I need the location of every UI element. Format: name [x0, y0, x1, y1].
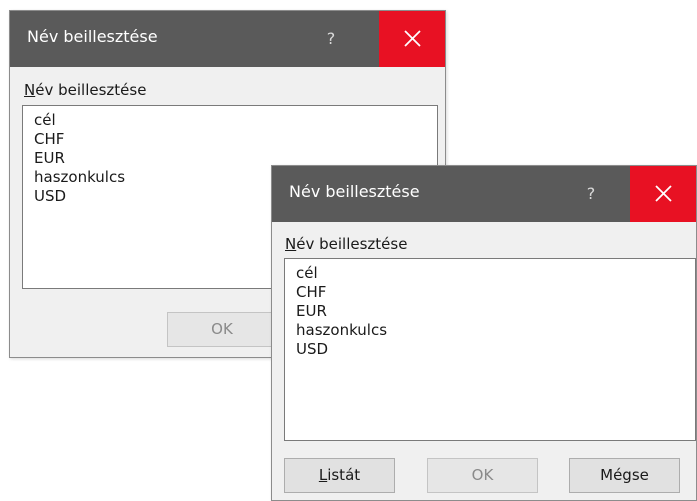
list-item[interactable]: EUR	[296, 302, 695, 321]
list-item[interactable]: cél	[296, 264, 695, 283]
paste-list-label: istát	[327, 466, 361, 484]
paste-list-accesskey: L	[318, 466, 328, 484]
cancel-button[interactable]: Mégse	[569, 458, 680, 493]
dialog-front: Név beillesztése ? Név beillesztése cél …	[271, 165, 697, 501]
list-label: Név beillesztése	[24, 81, 146, 99]
list-item[interactable]: CHF	[34, 130, 437, 149]
list-item[interactable]: CHF	[296, 283, 695, 302]
dialog-back-title: Név beillesztése	[27, 27, 158, 46]
dialog-back-titlebar: Név beillesztése ?	[10, 11, 445, 67]
close-icon	[403, 30, 421, 47]
list-item[interactable]: cél	[34, 111, 437, 130]
ok-button[interactable]: OK	[167, 312, 277, 347]
dialog-front-titlebar: Név beillesztése ?	[272, 166, 696, 222]
close-button[interactable]	[630, 166, 696, 222]
ok-button[interactable]: OK	[427, 458, 538, 493]
list-label-accesskey: N	[24, 81, 36, 99]
list-label: Név beillesztése	[285, 235, 407, 253]
help-icon[interactable]: ?	[306, 11, 356, 67]
paste-list-button[interactable]: Listát	[284, 458, 395, 493]
help-icon[interactable]: ?	[566, 166, 616, 222]
list-label-text: év beillesztése	[35, 81, 147, 99]
close-button[interactable]	[379, 11, 445, 67]
dialog-front-title: Név beillesztése	[289, 182, 420, 201]
list-item[interactable]: USD	[296, 340, 695, 359]
names-listbox[interactable]: cél CHF EUR haszonkulcs USD	[284, 258, 696, 441]
list-label-text: év beillesztése	[296, 235, 408, 253]
close-icon	[654, 185, 672, 202]
list-label-accesskey: N	[285, 235, 297, 253]
list-item[interactable]: haszonkulcs	[296, 321, 695, 340]
